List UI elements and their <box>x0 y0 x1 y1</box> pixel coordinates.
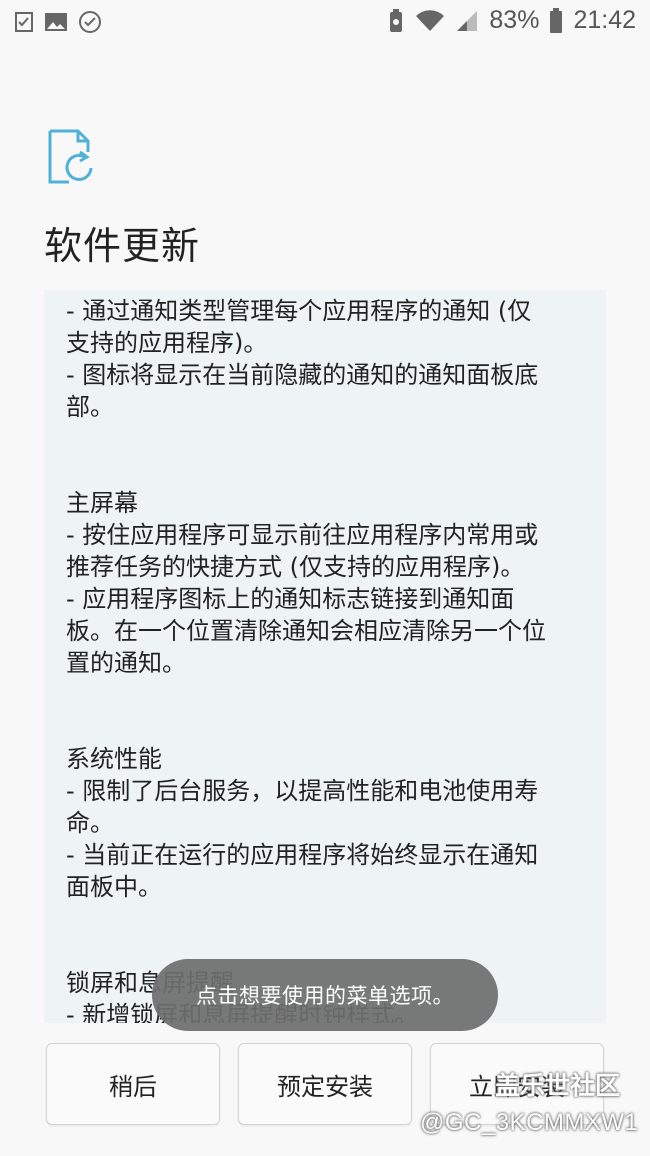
changelog-line: 面板中。 <box>66 873 162 901</box>
changelog-line: - 限制了后台服务，以提高性能和电池使用寿 <box>66 777 539 805</box>
changelog-spacer <box>66 695 584 727</box>
battery-saver-icon <box>387 8 405 34</box>
changelog-line: - 图标将显示在当前隐藏的通知的通知面板底 <box>66 361 539 389</box>
image-icon <box>44 11 68 33</box>
changelog-line: 命。 <box>66 809 114 837</box>
changelog-spacer <box>66 439 584 471</box>
later-button[interactable]: 稍后 <box>46 1043 220 1125</box>
status-bar-left <box>14 10 102 34</box>
changelog-panel[interactable]: - 通过通知类型管理每个应用程序的通知 (仅 支持的应用程序)。 - 图标将显示在当… <box>44 290 606 1023</box>
battery-percent: 83% <box>489 6 540 34</box>
changelog-line: - 应用程序图标上的通知标志链接到通知面 <box>66 585 515 613</box>
changelog-line: 推荐任务的快捷方式 (仅支持的应用程序)。 <box>66 553 525 581</box>
changelog-line: 系统性能 <box>66 745 162 773</box>
changelog-text: - 通过通知类型管理每个应用程序的通知 (仅 支持的应用程序)。 - 图标将显示在当… <box>44 290 606 1023</box>
battery-icon <box>549 7 563 34</box>
wifi-icon <box>415 9 445 33</box>
status-bar-right: 83% 21:42 <box>387 6 636 35</box>
changelog-line: - 通过通知类型管理每个应用程序的通知 (仅 <box>66 297 532 325</box>
changelog-line: - 按住应用程序可显示前往应用程序内常用或 <box>66 521 539 549</box>
schedule-install-button[interactable]: 预定安装 <box>238 1043 412 1125</box>
changelog-line: - 当前正在运行的应用程序将始终显示在通知 <box>66 841 539 869</box>
changelog-line: 支持的应用程序)。 <box>66 329 268 357</box>
checklist-icon <box>14 11 34 33</box>
watermark-user: @GC_3KCMMXW1 <box>420 1109 639 1136</box>
changelog-line: 主屏幕 <box>66 489 138 517</box>
watermark-brand: 盖乐世社区 <box>495 1071 621 1100</box>
software-update-icon <box>47 128 99 186</box>
toast-message: 点击想要使用的菜单选项。 <box>152 959 498 1031</box>
page-title: 软件更新 <box>44 224 201 268</box>
changelog-line: 部。 <box>66 393 114 421</box>
changelog-line: 板。在一个位置清除通知会相应清除另一个位 <box>66 617 546 645</box>
changelog-line: 置的通知。 <box>66 649 186 677</box>
clock: 21:42 <box>573 6 636 34</box>
changelog-spacer <box>66 919 584 951</box>
signal-icon <box>455 9 479 33</box>
status-bar: 83% 21:42 <box>0 0 650 44</box>
check-circle-icon <box>78 10 102 34</box>
